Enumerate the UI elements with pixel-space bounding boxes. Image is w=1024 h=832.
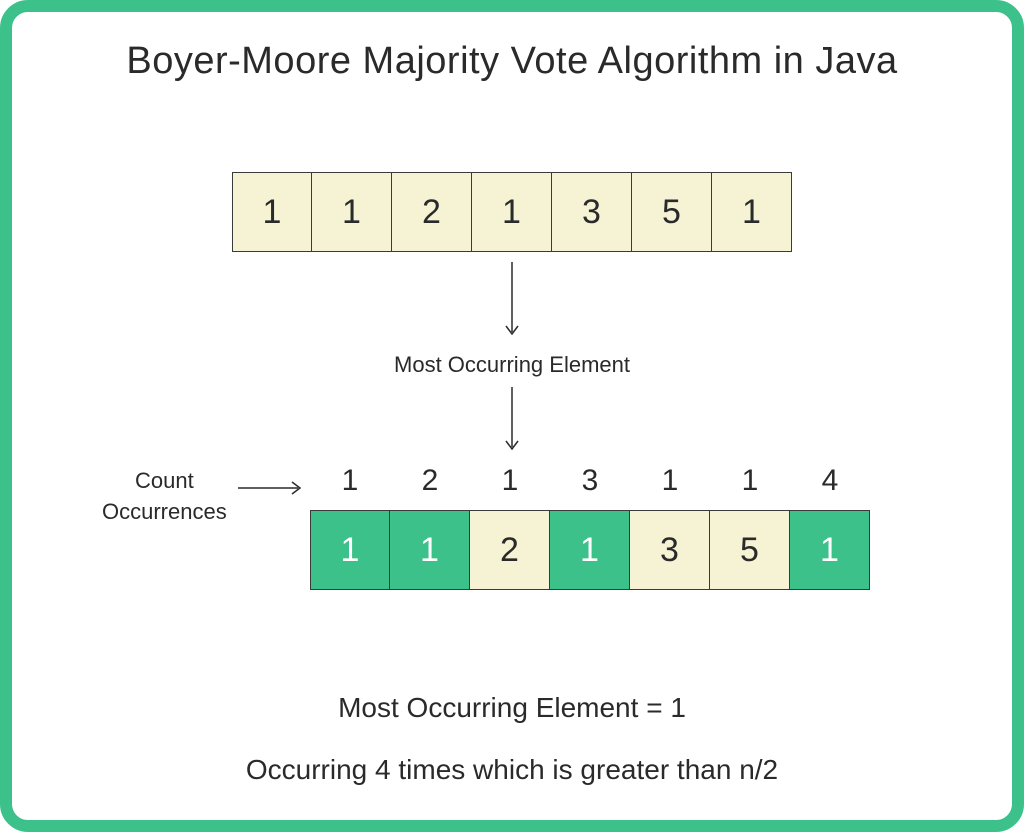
result-text-1: Most Occurring Element = 1 — [338, 692, 686, 724]
mid-label: Most Occurring Element — [394, 352, 630, 378]
array-cell: 5 — [710, 510, 790, 590]
side-label-line2: Occurrences — [102, 499, 227, 524]
arrow-right-icon — [238, 478, 308, 498]
array-cell: 1 — [312, 172, 392, 252]
diagram-frame: Boyer-Moore Majority Vote Algorithm in J… — [0, 0, 1024, 832]
arrow-down-icon — [502, 387, 522, 457]
array-cell: 2 — [392, 172, 472, 252]
count-value: 1 — [630, 464, 710, 498]
array-cell: 3 — [630, 510, 710, 590]
arrow-down-icon — [502, 262, 522, 342]
count-value: 3 — [550, 464, 630, 498]
array-cell-highlighted: 1 — [390, 510, 470, 590]
counts-row: 1 2 1 3 1 1 4 — [310, 464, 870, 498]
array-cell: 1 — [472, 172, 552, 252]
array-cell: 1 — [712, 172, 792, 252]
side-label-line1: Count — [135, 468, 194, 493]
array-cell-highlighted: 1 — [790, 510, 870, 590]
array-cell: 3 — [552, 172, 632, 252]
input-array: 1 1 2 1 3 5 1 — [232, 172, 792, 252]
result-array: 1 1 2 1 3 5 1 — [310, 510, 870, 590]
array-cell-highlighted: 1 — [310, 510, 390, 590]
count-value: 2 — [390, 464, 470, 498]
page-title: Boyer-Moore Majority Vote Algorithm in J… — [12, 40, 1012, 83]
count-value: 1 — [470, 464, 550, 498]
count-value: 1 — [310, 464, 390, 498]
side-label: Count Occurrences — [102, 466, 227, 528]
array-cell-highlighted: 1 — [550, 510, 630, 590]
array-cell: 5 — [632, 172, 712, 252]
array-cell: 1 — [232, 172, 312, 252]
result-text-2: Occurring 4 times which is greater than … — [246, 754, 778, 786]
count-value: 1 — [710, 464, 790, 498]
array-cell: 2 — [470, 510, 550, 590]
count-value: 4 — [790, 464, 870, 498]
